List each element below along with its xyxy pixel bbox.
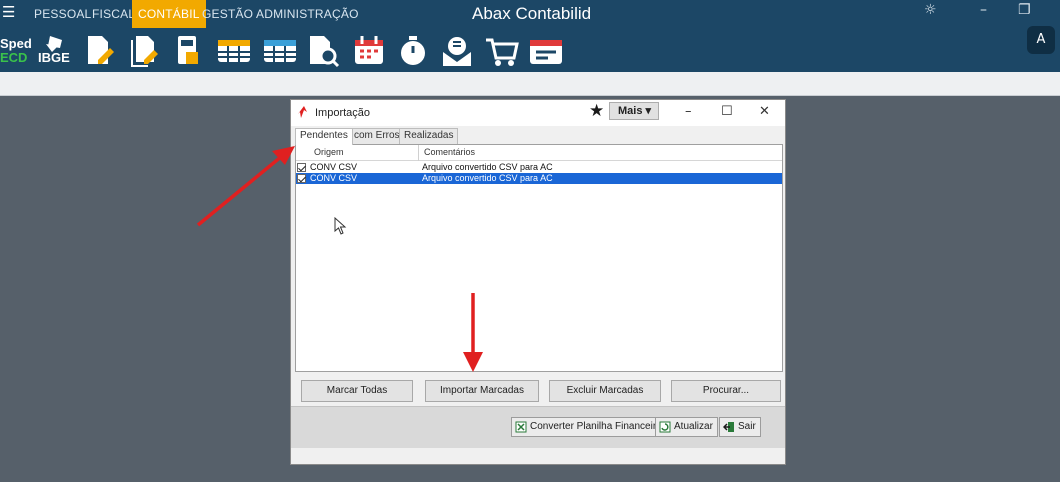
app-header: ☰ PESSOAL FISCAL CONTÁBIL GESTÃO ADMINIS… [0,0,1060,72]
document-search-icon[interactable] [306,34,340,68]
card-icon[interactable] [528,34,562,68]
shopping-cart-icon[interactable] [484,34,519,68]
row-origem: CONV CSV [310,162,358,172]
dialog-maximize-icon[interactable]: ☐ [721,104,733,119]
menu-administracao[interactable]: ADMINISTRAÇÃO [250,0,365,28]
delete-marked-button[interactable]: Excluir Marcadas [549,380,661,402]
import-list: Origem Comentários CONV CSV Arquivo conv… [295,144,783,372]
mark-all-label: Marcar Todas [326,385,388,396]
column-header-origem[interactable]: Origem [314,147,344,157]
more-button[interactable]: Mais ▾ [609,102,659,120]
stopwatch-icon[interactable] [396,34,428,68]
hamburger-menu-icon[interactable]: ☰ [2,5,16,20]
list-rows: CONV CSV Arquivo convertido CSV para AC … [296,162,782,184]
import-marked-button[interactable]: Importar Marcadas [425,380,539,402]
calculator-icon[interactable] [172,34,204,68]
delete-marked-label: Excluir Marcadas [566,385,644,396]
convert-spreadsheet-label: Converter Planilha Financeira [530,421,662,432]
search-label: Procurar... [702,385,750,396]
sub-toolbar [0,72,1060,96]
mail-download-icon[interactable] [440,34,472,68]
main-menu: ☰ PESSOAL FISCAL CONTÁBIL GESTÃO ADMINIS… [0,0,1060,28]
minimize-icon[interactable]: – [980,2,987,18]
dialog-title: Importação [315,107,371,119]
exit-icon [723,422,734,432]
menu-contabil[interactable]: CONTÁBIL [132,0,206,28]
restore-icon[interactable]: ❐ [1018,2,1031,18]
translate-icon: A [1036,32,1046,47]
search-button[interactable]: Procurar... [671,380,781,402]
tab-strip: Pendentes com Erros Realizadas [295,128,783,145]
column-header-comentarios[interactable]: Comentários [424,147,475,157]
calendar-icon[interactable] [352,34,384,68]
ibge-icon[interactable]: IBGE [38,34,70,68]
arrow-to-pendentes-tab [196,146,295,227]
exit-button[interactable]: Sair [719,417,761,437]
document-copy-edit-icon[interactable] [128,34,160,68]
sped-label: Sped [0,36,32,51]
dialog-close-icon[interactable]: ✕ [759,104,770,119]
document-edit-icon[interactable] [84,34,116,68]
table-grid-icon[interactable] [216,34,250,68]
spreadsheet-icon [515,421,527,433]
row-checkbox[interactable] [297,163,306,172]
brightness-icon[interactable]: ☼ [924,2,937,18]
list-row[interactable]: CONV CSV Arquivo convertido CSV para AC [296,162,782,173]
dialog-title-bar: Importação ★ Mais ▾ – ☐ ✕ [291,100,785,126]
app-title: Abax Contabilid [472,4,592,23]
translate-button[interactable]: A [1027,26,1055,54]
sped-ecd-icon[interactable]: Sped ECD [0,36,32,68]
column-divider[interactable] [418,145,419,161]
mark-all-button[interactable]: Marcar Todas [301,380,413,402]
dialog-minimize-icon[interactable]: – [685,104,692,119]
dialog-bottom-edge [291,448,785,464]
refresh-icon [659,421,671,433]
refresh-button[interactable]: Atualizar [655,417,718,437]
tab-realizadas[interactable]: Realizadas [399,128,459,144]
list-header: Origem Comentários [296,145,782,161]
row-origem: CONV CSV [310,173,358,183]
action-buttons: Marcar Todas Importar Marcadas Excluir M… [295,376,783,406]
dialog-footer: Converter Planilha Financeira Atualizar … [291,406,785,448]
import-dialog: Importação ★ Mais ▾ – ☐ ✕ Pendentes com … [290,99,786,465]
favorite-star-icon[interactable]: ★ [589,101,604,121]
ibge-label: IBGE [38,50,70,65]
tab-pendentes[interactable]: Pendentes [295,128,353,145]
import-marked-label: Importar Marcadas [440,385,524,396]
convert-spreadsheet-button[interactable]: Converter Planilha Financeira [511,417,667,437]
row-checkbox[interactable] [297,174,306,183]
ecd-label: ECD [0,50,28,65]
mouse-cursor-icon [334,217,347,235]
app-logo-icon [298,106,307,118]
table-grid-alt-icon[interactable] [262,34,296,68]
refresh-label: Atualizar [674,421,713,432]
tab-com-erros[interactable]: com Erros [349,128,405,144]
exit-label: Sair [738,421,756,432]
row-comentario: Arquivo convertido CSV para AC [422,173,553,183]
row-comentario: Arquivo convertido CSV para AC [422,162,553,172]
toolbar: Sped ECD IBGE [0,30,600,70]
list-row-selected[interactable]: CONV CSV Arquivo convertido CSV para AC [296,173,782,184]
